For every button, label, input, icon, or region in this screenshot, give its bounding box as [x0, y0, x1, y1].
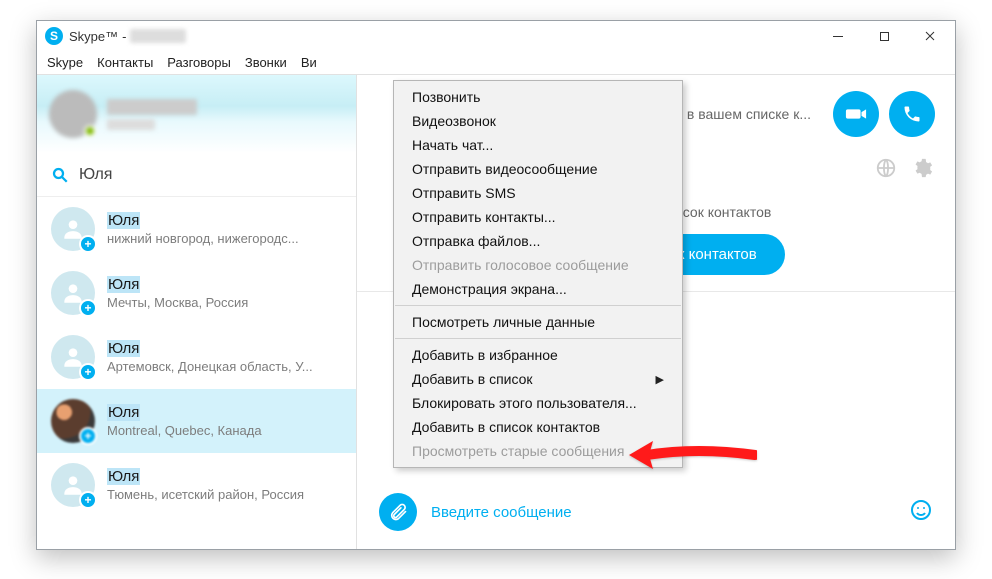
contact-item[interactable]: + Юля нижний новгород, нижегородс...: [37, 197, 356, 261]
emoji-button[interactable]: [909, 498, 933, 527]
gear-icon[interactable]: [911, 157, 933, 184]
menu-view-partial[interactable]: Ви: [301, 55, 317, 70]
ctx-start-chat[interactable]: Начать чат...: [394, 133, 682, 157]
attach-button[interactable]: [379, 493, 417, 531]
contact-item[interactable]: + Юля Тюмень, исетский район, Россия: [37, 453, 356, 517]
contact-location: Montreal, Quebec, Канада: [107, 423, 262, 438]
search-icon: [51, 166, 69, 184]
menubar: Skype Контакты Разговоры Звонки Ви: [37, 51, 955, 75]
contact-location: Тюмень, исетский район, Россия: [107, 487, 304, 502]
self-status-blur: [107, 119, 155, 130]
self-name-blur: [107, 99, 197, 115]
ctx-send-contacts[interactable]: Отправить контакты...: [394, 205, 682, 229]
compose-placeholder[interactable]: Введите сообщение: [431, 504, 895, 521]
ctx-separator: [395, 338, 681, 339]
contact-name: Юля: [107, 468, 304, 485]
skype-logo-icon: S: [45, 27, 63, 45]
ctx-view-old-msgs: Просмотреть старые сообщения: [394, 439, 682, 463]
add-badge-icon: +: [79, 427, 97, 445]
ctx-send-files[interactable]: Отправка файлов...: [394, 229, 682, 253]
contact-name: Юля: [107, 340, 313, 357]
ctx-separator: [395, 305, 681, 306]
titlebar: S Skype™ -: [37, 21, 955, 51]
person-avatar-icon: +: [51, 207, 95, 251]
menu-contacts[interactable]: Контакты: [97, 55, 153, 70]
ctx-add-to-list-label: Добавить в список: [412, 371, 533, 387]
chevron-right-icon: ▶: [656, 373, 664, 386]
contact-name: Юля: [107, 404, 262, 421]
ctx-video-call[interactable]: Видеозвонок: [394, 109, 682, 133]
add-badge-icon: +: [79, 299, 97, 317]
contact-location: Артемовск, Донецкая область, У...: [107, 359, 313, 374]
self-profile[interactable]: [37, 75, 356, 153]
menu-calls[interactable]: Звонки: [245, 55, 287, 70]
ctx-screen-share[interactable]: Демонстрация экрана...: [394, 277, 682, 301]
person-avatar-icon: +: [51, 463, 95, 507]
ctx-add-favorite[interactable]: Добавить в избранное: [394, 343, 682, 367]
contact-name: Юля: [107, 276, 248, 293]
context-menu: Позвонить Видеозвонок Начать чат... Отпр…: [393, 80, 683, 468]
compose-bar: Введите сообщение: [357, 475, 955, 549]
person-avatar-icon: +: [51, 335, 95, 379]
contact-item[interactable]: + Юля Артемовск, Донецкая область, У...: [37, 325, 356, 389]
self-avatar: [49, 90, 97, 138]
globe-icon[interactable]: [875, 157, 897, 184]
add-badge-icon: +: [79, 235, 97, 253]
audio-call-button[interactable]: [889, 91, 935, 137]
title-username-blur: [130, 29, 186, 43]
ctx-send-sms[interactable]: Отправить SMS: [394, 181, 682, 205]
sidebar: Юля + Юля нижний новгород, нижегородс...: [37, 75, 357, 549]
add-badge-icon: +: [79, 491, 97, 509]
close-button[interactable]: [907, 21, 953, 51]
search-query: Юля: [79, 166, 112, 184]
title-separator: -: [122, 29, 126, 44]
maximize-button[interactable]: [861, 21, 907, 51]
add-badge-icon: +: [79, 363, 97, 381]
window-controls: [815, 21, 953, 51]
ctx-view-profile[interactable]: Посмотреть личные данные: [394, 310, 682, 334]
app-window: S Skype™ - Skype Контакты Разговоры Звон…: [36, 20, 956, 550]
ctx-block-user[interactable]: Блокировать этого пользователя...: [394, 391, 682, 415]
ctx-send-video-msg[interactable]: Отправить видеосообщение: [394, 157, 682, 181]
person-avatar-icon: +: [51, 271, 95, 315]
header-hint-text: в вашем списке к...: [687, 106, 811, 122]
contact-item[interactable]: + Юля Montreal, Quebec, Канада: [37, 389, 356, 453]
menu-skype[interactable]: Skype: [47, 55, 83, 70]
ctx-call[interactable]: Позвонить: [394, 85, 682, 109]
ctx-send-voice-msg: Отправить голосовое сообщение: [394, 253, 682, 277]
ctx-add-to-list[interactable]: Добавить в список ▶: [394, 367, 682, 391]
search-bar[interactable]: Юля: [37, 153, 356, 197]
app-title: Skype™: [69, 29, 118, 44]
minimize-button[interactable]: [815, 21, 861, 51]
contact-location: Мечты, Москва, Россия: [107, 295, 248, 310]
contact-item[interactable]: + Юля Мечты, Москва, Россия: [37, 261, 356, 325]
contact-name: Юля: [107, 212, 299, 229]
contact-list: + Юля нижний новгород, нижегородс... + Ю…: [37, 197, 356, 549]
menu-conversations[interactable]: Разговоры: [167, 55, 231, 70]
ctx-add-to-contacts[interactable]: Добавить в список контактов: [394, 415, 682, 439]
contact-location: нижний новгород, нижегородс...: [107, 231, 299, 246]
video-call-button[interactable]: [833, 91, 879, 137]
presence-indicator: [84, 125, 96, 137]
person-avatar-icon: +: [51, 399, 95, 443]
